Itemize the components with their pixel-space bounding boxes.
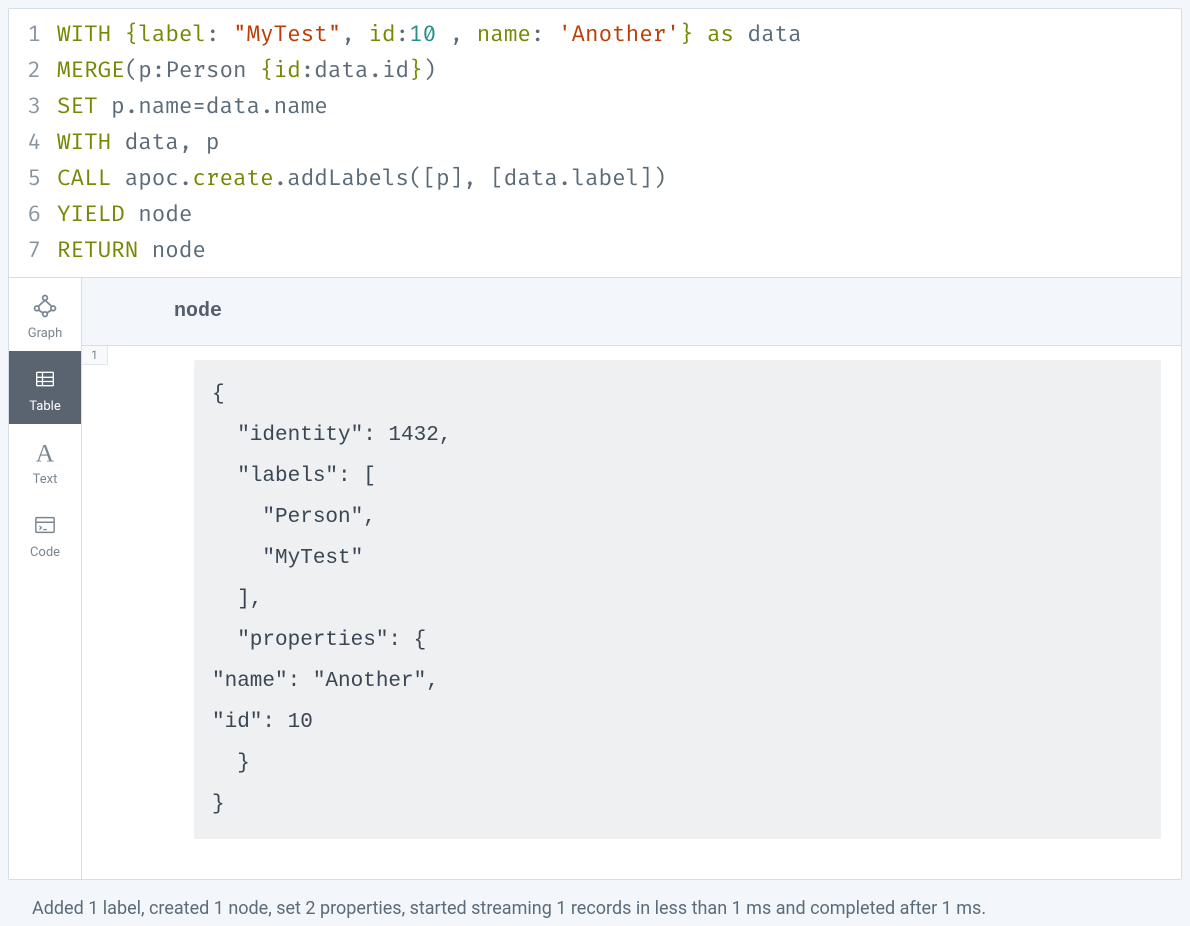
tab-text[interactable]: A Text [9, 424, 81, 497]
tab-label: Table [29, 399, 60, 414]
result-cell: { "identity": 1432, "labels": [ "Person"… [108, 346, 1181, 879]
code-line[interactable]: 6YIELD node [9, 197, 1181, 233]
line-number: 5 [9, 161, 57, 197]
results-body: 1 { "identity": 1432, "labels": [ "Perso… [82, 346, 1181, 879]
line-number: 4 [9, 125, 57, 161]
tab-table[interactable]: Table [9, 351, 81, 424]
code-line[interactable]: 4WITH data, p [9, 125, 1181, 161]
query-editor-panel: 1WITH {label: "MyTest", id:10 , name: 'A… [8, 8, 1182, 880]
line-number: 3 [9, 89, 57, 125]
code-line[interactable]: 7RETURN node [9, 233, 1181, 269]
text-icon: A [31, 438, 59, 466]
result-column-header: node [82, 278, 1181, 346]
code-line[interactable]: 3SET p.name=data.name [9, 89, 1181, 125]
line-number: 2 [9, 53, 57, 89]
line-number: 7 [9, 233, 57, 269]
tab-code[interactable]: Code [9, 497, 81, 570]
line-content[interactable]: CALL apoc.create.addLabels([p], [data.la… [57, 161, 1181, 197]
status-bar: Added 1 label, created 1 node, set 2 pro… [8, 880, 1182, 925]
tab-label: Text [33, 472, 58, 487]
code-line[interactable]: 1WITH {label: "MyTest", id:10 , name: 'A… [9, 17, 1181, 53]
line-content[interactable]: MERGE(p:Person {id:data.id}) [57, 53, 1181, 89]
line-content[interactable]: SET p.name=data.name [57, 89, 1181, 125]
line-content[interactable]: RETURN node [57, 233, 1181, 269]
result-json: { "identity": 1432, "labels": [ "Person"… [194, 360, 1161, 839]
line-number: 6 [9, 197, 57, 233]
tab-label: Code [30, 545, 60, 560]
code-line[interactable]: 2MERGE(p:Person {id:data.id}) [9, 53, 1181, 89]
line-content[interactable]: YIELD node [57, 197, 1181, 233]
results-area: Graph Table A Text Code node 1 { "identity":… [9, 277, 1181, 879]
svg-text:A: A [36, 438, 55, 466]
line-content[interactable]: WITH data, p [57, 125, 1181, 161]
code-icon [31, 511, 59, 539]
results-content: node 1 { "identity": 1432, "labels": [ "… [82, 278, 1181, 879]
code-line[interactable]: 5CALL apoc.create.addLabels([p], [data.l… [9, 161, 1181, 197]
cypher-code-editor[interactable]: 1WITH {label: "MyTest", id:10 , name: 'A… [9, 9, 1181, 277]
tab-label: Graph [28, 326, 63, 341]
table-icon [31, 365, 59, 393]
tab-graph[interactable]: Graph [9, 278, 81, 351]
line-content[interactable]: WITH {label: "MyTest", id:10 , name: 'An… [57, 17, 1181, 53]
line-number: 1 [9, 17, 57, 53]
row-number: 1 [82, 346, 108, 365]
result-view-tabs: Graph Table A Text Code [9, 278, 82, 879]
row-number-column: 1 [82, 346, 108, 879]
graph-icon [31, 292, 59, 320]
